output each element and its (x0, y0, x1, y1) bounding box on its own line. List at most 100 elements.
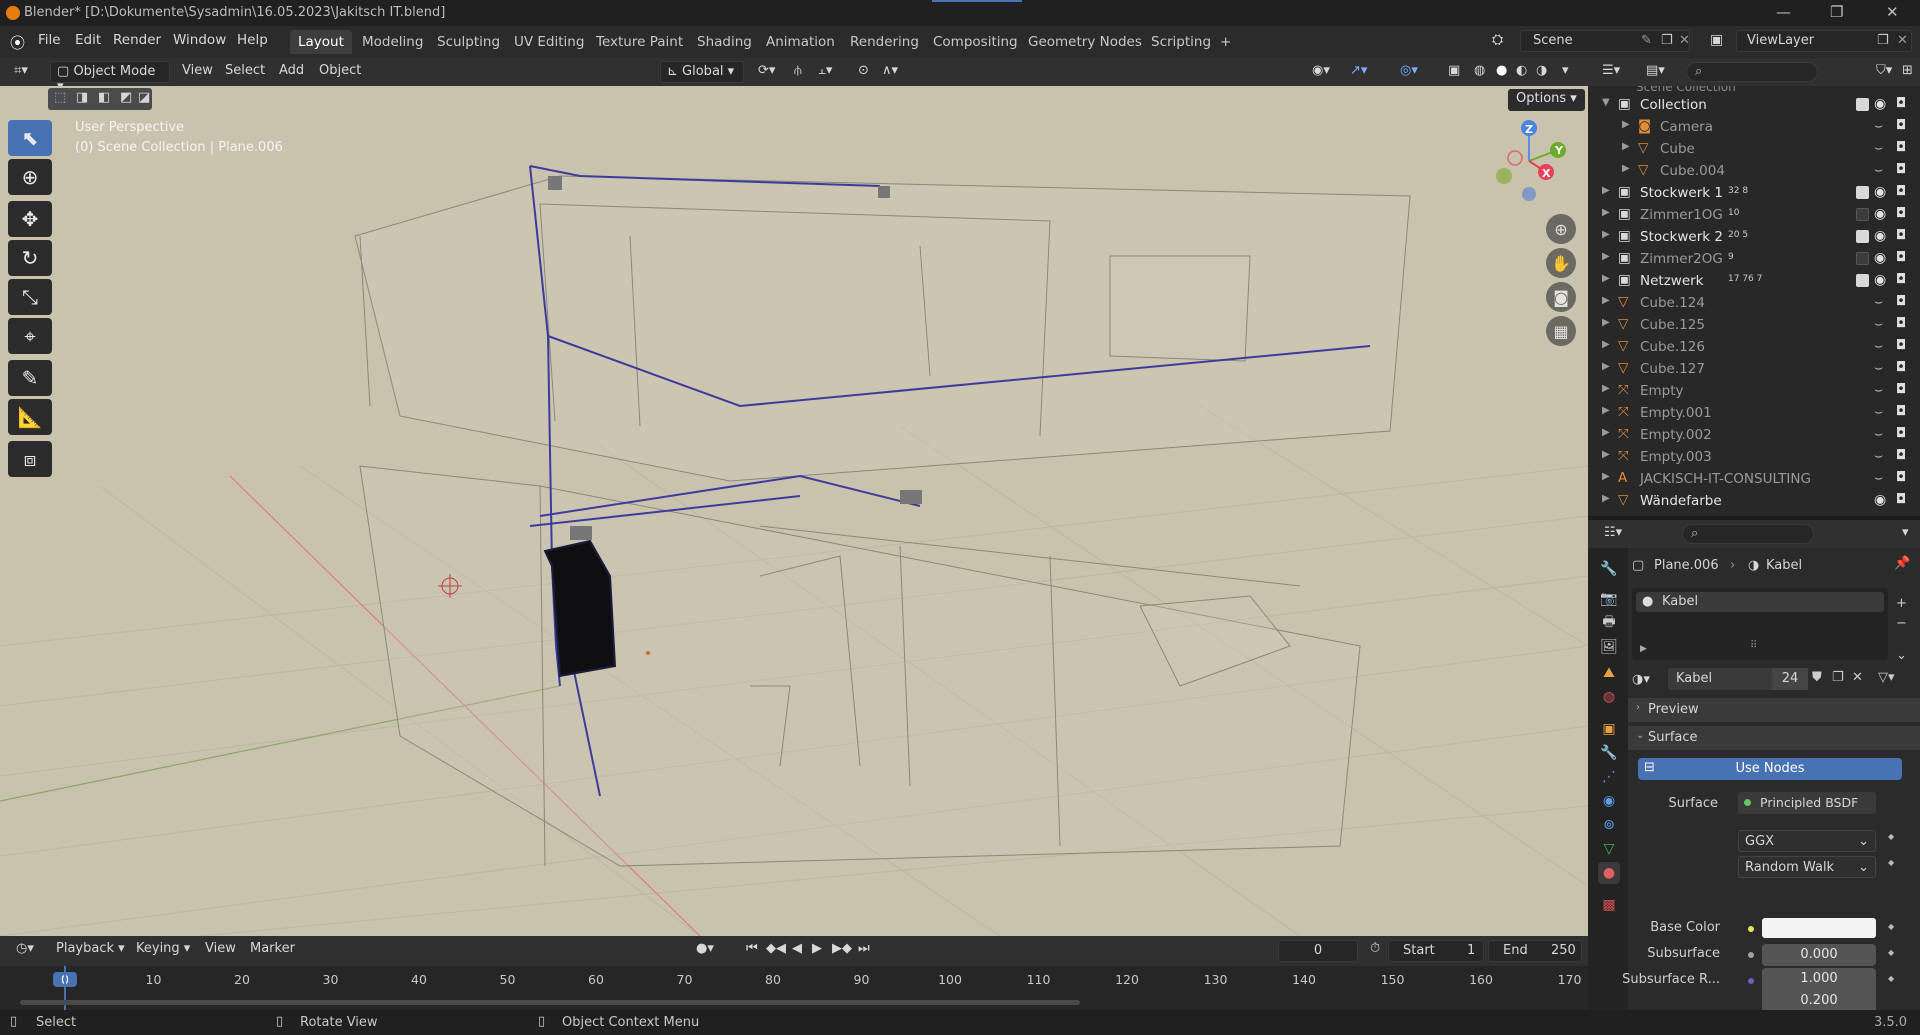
scene-selector[interactable]: Scene ✎ ❐ ✕ (1520, 30, 1690, 52)
outliner-row[interactable]: ▶ ▽ Wändefarbe ◉ ◘ (1588, 490, 1920, 512)
material-browse-icon[interactable]: ◑▾ (1632, 672, 1650, 687)
view-layer-tab-icon[interactable]: 🖼 (1598, 636, 1620, 658)
add-slot-icon[interactable]: + (1896, 596, 1907, 611)
surface-shader-field[interactable]: Principled BSDF (1738, 792, 1876, 814)
measure-tool-icon[interactable]: 📐 (8, 399, 52, 435)
visibility-eye-icon[interactable]: ⌣ (1874, 162, 1883, 178)
outliner-row[interactable]: ▶ ⤧ Empty.001 ⌣ ◘ (1588, 402, 1920, 424)
menu-window[interactable]: Window (173, 32, 226, 48)
snap-icon[interactable]: ⫛ (788, 61, 808, 83)
expand-arrow-icon[interactable]: ▶ (1602, 273, 1610, 284)
pivot-point-icon[interactable]: ⟳▾ (752, 61, 781, 83)
select-subtract-icon[interactable]: ◧ (98, 90, 110, 105)
render-tab-icon[interactable]: 📷 (1598, 588, 1620, 610)
outliner-editor-icon[interactable]: ☰▾ (1596, 61, 1626, 83)
frame-ruler[interactable]: 0102030405060708090100110120130140150160… (0, 970, 1588, 990)
expand-arrow-icon[interactable]: ▶ (1602, 207, 1610, 218)
falloff-icon[interactable]: ∧▾ (876, 61, 904, 83)
properties-options-icon[interactable]: ▾ (1896, 523, 1915, 545)
blender-menu-icon[interactable]: ⦿ (10, 32, 25, 53)
tab-scripting[interactable]: Scripting (1143, 30, 1219, 54)
menu-add[interactable]: Add (273, 61, 310, 83)
select-invert-icon[interactable]: ◩ (120, 90, 132, 105)
outliner-row[interactable]: ▶ ▣ Stockwerk 1 32 8 ◉ ◘ (1588, 182, 1920, 204)
select-box-tool-icon[interactable]: ⬉ (8, 120, 52, 156)
timeline-area[interactable]: 0102030405060708090100110120130140150160… (0, 966, 1588, 1010)
expand-arrow-icon[interactable]: ▶ (1602, 317, 1610, 328)
particles-tab-icon[interactable]: ⋰ (1598, 766, 1620, 788)
move-tool-icon[interactable]: ✥ (8, 201, 52, 237)
auto-keying-icon[interactable]: ●▾ (690, 939, 720, 961)
end-frame-field[interactable]: End 250 (1488, 940, 1582, 962)
duplicate-material-icon[interactable]: ❐ (1832, 670, 1844, 685)
material-slot-list[interactable]: ● Kabel ▶ ⠿ (1632, 588, 1888, 660)
pin-icon[interactable]: 📌 (1894, 556, 1910, 571)
outliner-row[interactable]: ▶ ◙ Camera ⌣ ◘ (1588, 116, 1920, 138)
jump-end-icon[interactable]: ⏭ (852, 939, 876, 961)
expand-arrow-icon[interactable]: ▼ (1602, 97, 1610, 108)
zoom-view-icon[interactable]: ⊕ (1546, 214, 1576, 244)
display-mode-icon[interactable]: ▤▾ (1640, 61, 1671, 83)
expand-arrow-icon[interactable]: ▶ (1602, 405, 1610, 416)
tool-tab-icon[interactable]: 🔧 (1598, 558, 1620, 580)
menu-playback[interactable]: Playback ▾ (50, 939, 131, 961)
transform-tool-icon[interactable]: ⌖ (8, 318, 52, 354)
new-scene-icon[interactable]: ❐ (1661, 33, 1673, 48)
render-camera-icon[interactable]: ◘ (1896, 140, 1906, 155)
render-camera-icon[interactable]: ◘ (1896, 404, 1906, 419)
maximize-button[interactable]: ❐ (1830, 3, 1843, 21)
menu-edit[interactable]: Edit (75, 32, 101, 48)
expand-arrow-icon[interactable]: ▶ (1602, 251, 1610, 262)
visibility-eye-icon[interactable]: ⌣ (1874, 470, 1883, 486)
delete-view-layer-icon[interactable]: ✕ (1897, 33, 1908, 48)
output-tab-icon[interactable]: 🖶 (1598, 612, 1620, 634)
outliner-row[interactable]: ▶ ▽ Cube.126 ⌣ ◘ (1588, 336, 1920, 358)
visibility-eye-icon[interactable]: ⌣ (1874, 294, 1883, 310)
render-camera-icon[interactable]: ◘ (1896, 338, 1906, 353)
outliner-row[interactable]: ▶ ▣ Zimmer1OG 10 ◉ ◘ (1588, 204, 1920, 226)
expand-arrow-icon[interactable]: ▶ (1602, 493, 1610, 504)
fake-user-icon[interactable]: ⛊ (1812, 670, 1822, 685)
menu-file[interactable]: File (38, 32, 61, 48)
add-workspace-button[interactable]: + (1212, 30, 1239, 54)
link-icon[interactable]: ▽▾ (1878, 670, 1895, 685)
visibility-eye-icon[interactable]: ◉ (1874, 96, 1886, 112)
exclude-checkbox[interactable] (1856, 208, 1869, 221)
expand-arrow-icon[interactable]: ▶ (1602, 229, 1610, 240)
tab-rendering[interactable]: Rendering (842, 30, 927, 54)
outliner-row[interactable]: ▶ ▣ Netzwerk 17 76 7 ◉ ◘ (1588, 270, 1920, 292)
surface-panel-header[interactable]: ⌄ Surface (1628, 726, 1920, 750)
timeline-scrollbar[interactable] (20, 1000, 1080, 1005)
keyframe-dot-icon[interactable]: ◆ (1888, 974, 1894, 983)
add-cube-tool-icon[interactable]: ⧈ (8, 441, 52, 477)
stopwatch-icon[interactable]: ⏱ (1364, 939, 1386, 961)
outliner-row[interactable]: ▶ ▽ Cube.125 ⌣ ◘ (1588, 314, 1920, 336)
new-collection-icon[interactable]: ⊞ (1896, 61, 1919, 83)
menu-marker[interactable]: Marker (244, 939, 301, 961)
play-icon[interactable]: ▶ (806, 939, 828, 961)
xray-toggle-icon[interactable]: ▣ (1442, 61, 1466, 83)
expand-arrow-icon[interactable]: ▶ (1602, 471, 1610, 482)
use-nodes-button[interactable]: ⊟ Use Nodes (1638, 758, 1902, 780)
pin-icon[interactable]: ✎ (1641, 33, 1652, 48)
visibility-eye-icon[interactable]: ⌣ (1874, 316, 1883, 332)
object-tab-icon[interactable]: ▣ (1598, 718, 1620, 740)
exclude-checkbox[interactable] (1856, 98, 1869, 111)
expand-arrow-icon[interactable]: ▶ (1602, 449, 1610, 460)
menu-timeline-view[interactable]: View (199, 939, 242, 961)
modifier-tab-icon[interactable]: 🔧 (1598, 742, 1620, 764)
texture-tab-icon[interactable]: ▩ (1598, 894, 1620, 916)
visibility-eye-icon[interactable]: ◉ (1874, 272, 1886, 288)
gizmo-toggle-icon[interactable]: ↗▾ (1344, 61, 1373, 83)
visibility-eye-icon[interactable]: ◉ (1874, 184, 1886, 200)
exclude-checkbox[interactable] (1856, 252, 1869, 265)
world-tab-icon[interactable]: ◍ (1598, 686, 1620, 708)
keyframe-dot-icon[interactable]: ◆ (1888, 858, 1894, 867)
snap-target-icon[interactable]: ⫠▾ (812, 61, 838, 83)
minimize-button[interactable]: — (1776, 3, 1791, 21)
render-camera-icon[interactable]: ◘ (1896, 492, 1906, 507)
exclude-checkbox[interactable] (1856, 230, 1869, 243)
outliner-row[interactable]: ▶ ⤧ Empty ⌣ ◘ (1588, 380, 1920, 402)
render-camera-icon[interactable]: ◘ (1896, 206, 1906, 221)
visibility-icon[interactable]: ◉▾ (1306, 61, 1336, 83)
